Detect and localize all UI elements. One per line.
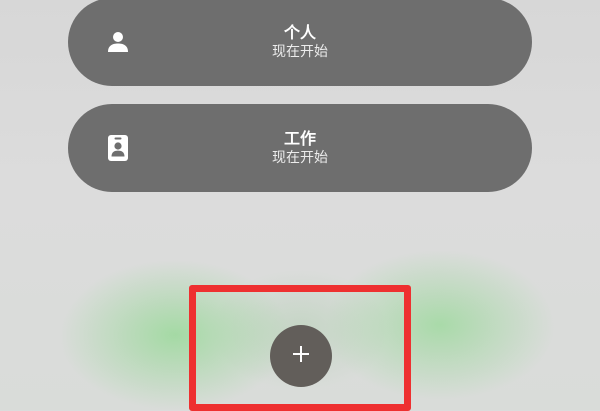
work-profile-text: 工作 现在开始 xyxy=(68,129,532,167)
profile-title: 工作 xyxy=(283,129,316,148)
profile-subtitle: 现在开始 xyxy=(272,150,328,166)
personal-profile-text: 个人 现在开始 xyxy=(68,23,532,61)
profile-title: 个人 xyxy=(283,23,316,42)
highlight-annotation-box xyxy=(189,285,411,411)
personal-profile-button[interactable]: 个人 现在开始 xyxy=(68,0,532,86)
profile-subtitle: 现在开始 xyxy=(272,44,328,60)
work-profile-button[interactable]: 工作 现在开始 xyxy=(68,104,532,192)
